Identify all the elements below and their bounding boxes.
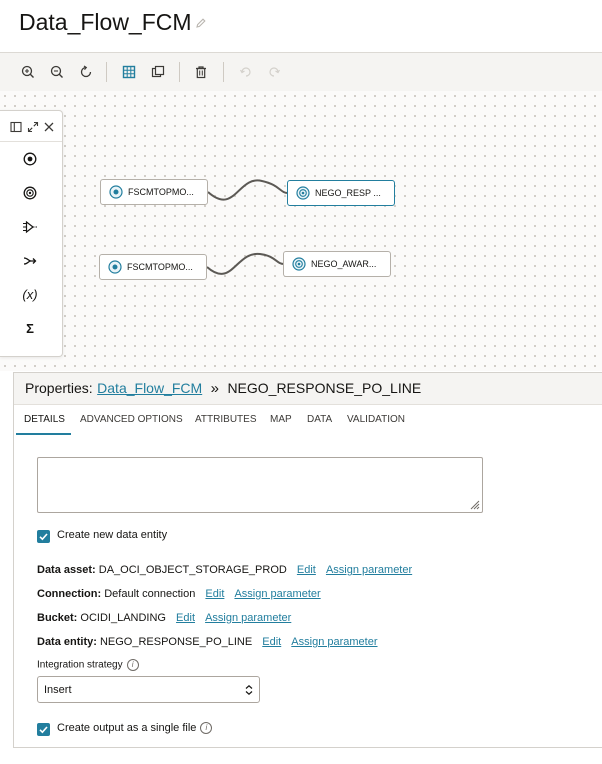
create-entity-label: Create new data entity — [57, 529, 168, 541]
checkmark-icon — [39, 726, 48, 734]
properties-header: Properties: Data_Flow_FCM » NEGO_RESPONS… — [14, 373, 602, 405]
properties-tabs: DETAILS ADVANCED OPTIONS ATTRIBUTES MAP … — [14, 405, 602, 435]
data-entity-assign-link[interactable]: Assign parameter — [291, 636, 377, 648]
panel-toggle-icon[interactable] — [10, 120, 22, 138]
connection-assign-link[interactable]: Assign parameter — [234, 588, 320, 600]
breadcrumb-separator: » — [210, 380, 219, 397]
info-icon[interactable]: i — [200, 722, 213, 735]
bucket-edit-link[interactable]: Edit — [176, 612, 195, 624]
data-asset-label: Data asset: — [37, 564, 96, 576]
chevron-updown-icon — [245, 684, 253, 696]
info-icon[interactable]: i — [126, 659, 139, 671]
data-entity-value: NEGO_RESPONSE_PO_LINE — [99, 636, 253, 648]
bucket-row: Bucket: OCIDI_LANDING Edit Assign parame… — [37, 612, 291, 624]
palette-header — [0, 111, 62, 142]
bucket-value: OCIDI_LANDING — [80, 612, 166, 624]
zoom-out-icon[interactable] — [49, 64, 65, 80]
breadcrumb-current: NEGO_RESPONSE_PO_LINE — [227, 380, 422, 396]
tab-validation[interactable]: VALIDATION — [347, 414, 405, 425]
connection-edit-link[interactable]: Edit — [205, 588, 224, 600]
connector-lines — [206, 179, 289, 275]
data-flow-canvas[interactable]: FSCMTOPMO... NEGO_RESP ... FSCMTOPMO... … — [0, 91, 602, 371]
description-textarea[interactable] — [37, 457, 483, 513]
data-entity-edit-link[interactable]: Edit — [262, 636, 281, 648]
target-operator-icon — [296, 186, 310, 200]
reset-zoom-icon[interactable] — [78, 64, 94, 80]
breadcrumb-link-dataflow[interactable]: Data_Flow_FCM — [97, 380, 202, 396]
canvas-node-source-2[interactable]: FSCMTOPMO... — [99, 254, 207, 280]
operator-palette: (x) Σ — [0, 110, 63, 357]
target-operator-icon[interactable] — [20, 183, 40, 203]
filter-operator-icon[interactable] — [20, 217, 40, 237]
toolbar-divider — [179, 62, 180, 82]
tab-details[interactable]: DETAILS — [24, 414, 65, 425]
trash-icon[interactable] — [193, 64, 209, 80]
canvas-node-source-1[interactable]: FSCMTOPMO... — [100, 179, 208, 205]
active-tab-indicator — [16, 433, 71, 435]
pencil-icon[interactable] — [195, 16, 207, 34]
tab-attributes[interactable]: ATTRIBUTES — [195, 414, 256, 425]
tab-advanced-options[interactable]: ADVANCED OPTIONS — [80, 414, 183, 425]
canvas-node-target-2[interactable]: NEGO_AWAR... — [283, 251, 391, 277]
data-asset-value: DA_OCI_OBJECT_STORAGE_PROD — [98, 564, 287, 576]
join-operator-icon[interactable] — [20, 251, 40, 271]
redo-icon[interactable] — [266, 64, 282, 80]
integration-strategy-select[interactable]: Insert — [37, 676, 260, 703]
connection-row: Connection: Default connection Edit Assi… — [37, 588, 321, 600]
resize-handle-icon[interactable] — [468, 498, 480, 510]
close-icon[interactable] — [43, 120, 55, 138]
source-operator-icon — [109, 185, 123, 199]
data-asset-edit-link[interactable]: Edit — [297, 564, 316, 576]
single-file-row: Create output as a single file i — [57, 722, 213, 735]
canvas-node-target-1[interactable]: NEGO_RESP ... — [287, 180, 395, 206]
tab-map[interactable]: MAP — [270, 414, 292, 425]
data-entity-row: Data entity: NEGO_RESPONSE_PO_LINE Edit … — [37, 636, 378, 648]
bucket-label: Bucket: — [37, 612, 78, 624]
canvas-toolbar — [0, 52, 602, 92]
single-file-checkbox[interactable] — [37, 723, 50, 736]
data-entity-label: Data entity: — [37, 636, 97, 648]
undo-icon[interactable] — [238, 64, 254, 80]
expression-operator-icon[interactable]: (x) — [20, 284, 40, 304]
page-title: Data_Flow_FCM — [19, 9, 192, 35]
title-bar: Data_Flow_FCM — [0, 0, 602, 52]
data-asset-row: Data asset: DA_OCI_OBJECT_STORAGE_PROD E… — [37, 564, 412, 576]
create-entity-checkbox[interactable] — [37, 530, 50, 543]
aggregate-operator-icon[interactable]: Σ — [20, 318, 40, 338]
toolbar-divider — [106, 62, 107, 82]
grid-icon[interactable] — [121, 64, 137, 80]
target-operator-icon — [292, 257, 306, 271]
node-label: NEGO_AWAR... — [311, 259, 377, 269]
node-label: NEGO_RESP ... — [315, 188, 381, 198]
node-label: FSCMTOPMO... — [127, 262, 193, 272]
zoom-in-icon[interactable] — [20, 64, 36, 80]
source-operator-icon — [108, 260, 122, 274]
expand-icon[interactable] — [27, 120, 39, 138]
source-operator-icon[interactable] — [20, 149, 40, 169]
duplicate-icon[interactable] — [150, 64, 166, 80]
toolbar-divider — [223, 62, 224, 82]
single-file-label: Create output as a single file — [57, 722, 197, 734]
connection-value: Default connection — [104, 588, 196, 600]
integration-strategy-row: Integration strategy i — [37, 659, 139, 671]
properties-prefix: Properties: — [25, 380, 93, 396]
tab-data[interactable]: DATA — [307, 414, 332, 425]
integration-strategy-label: Integration strategy — [37, 659, 123, 671]
integration-strategy-value: Insert — [44, 684, 72, 696]
checkmark-icon — [39, 533, 48, 541]
node-label: FSCMTOPMO... — [128, 187, 194, 197]
connection-label: Connection: — [37, 588, 102, 600]
properties-panel: Properties: Data_Flow_FCM » NEGO_RESPONS… — [13, 372, 602, 748]
data-asset-assign-link[interactable]: Assign parameter — [326, 564, 412, 576]
bucket-assign-link[interactable]: Assign parameter — [205, 612, 291, 624]
